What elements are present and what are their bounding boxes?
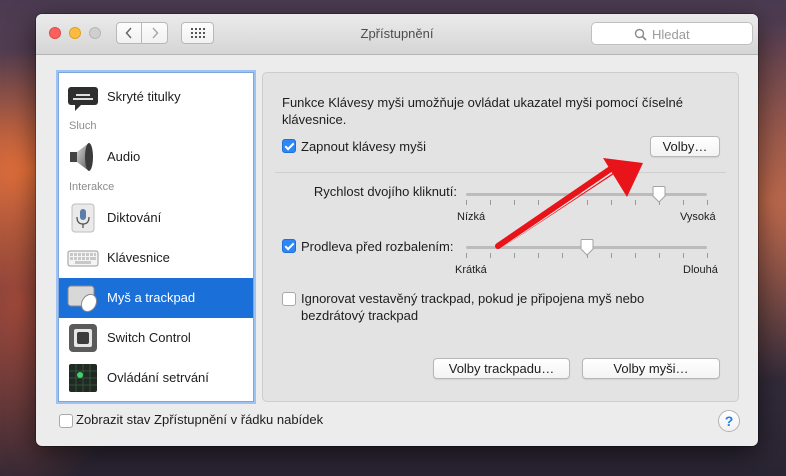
sidebar-item-label: Diktování bbox=[107, 210, 162, 225]
section-header-hearing: Sluch bbox=[69, 120, 97, 132]
search-field[interactable]: Hledat bbox=[591, 22, 753, 45]
dwell-control-icon bbox=[69, 364, 97, 392]
sidebar-item-dwell-control[interactable]: Ovládání setrvání bbox=[59, 358, 253, 398]
slider-tick bbox=[562, 253, 563, 258]
sidebar-item-label: Klávesnice bbox=[107, 250, 170, 265]
slider-tick bbox=[611, 253, 612, 258]
title-bar: Zpřístupnění Hledat bbox=[36, 14, 758, 55]
search-placeholder: Hledat bbox=[652, 27, 690, 42]
mouse-keys-description: Funkce Klávesy myši umožňuje ovládat uka… bbox=[282, 95, 684, 127]
double-click-speed-track bbox=[466, 193, 707, 196]
slider-tick bbox=[514, 200, 515, 205]
sidebar-item-captions[interactable]: Skryté titulky bbox=[59, 77, 253, 117]
slider-tick bbox=[514, 253, 515, 258]
sidebar-item-mouse-trackpad[interactable]: Myš a trackpad bbox=[59, 278, 253, 318]
slider-tick bbox=[611, 200, 612, 205]
category-list[interactable]: Skryté titulky Sluch Audio Interakce Dik… bbox=[58, 72, 254, 402]
slider-tick bbox=[635, 200, 636, 205]
switch-control-icon bbox=[69, 324, 97, 352]
slider-tick bbox=[707, 200, 708, 205]
sidebar-item-switch-control[interactable]: Switch Control bbox=[59, 318, 253, 358]
slider-tick bbox=[635, 253, 636, 258]
ignore-trackpad-checkbox[interactable] bbox=[282, 292, 296, 306]
sidebar-item-label: Audio bbox=[107, 149, 141, 164]
help-button[interactable]: ? bbox=[718, 410, 740, 432]
search-icon bbox=[634, 28, 647, 41]
section-header-interaction: Interakce bbox=[69, 181, 115, 193]
double-click-min-label: Nízká bbox=[457, 211, 486, 223]
sidebar-item-label: Myš a trackpad bbox=[107, 290, 196, 305]
keyboard-icon bbox=[67, 250, 99, 267]
spring-loading-label: Prodleva před rozbalením: bbox=[301, 239, 454, 254]
spring-loading-checkbox[interactable] bbox=[282, 239, 296, 253]
double-click-speed-label: Rychlost dvojího kliknutí: bbox=[313, 184, 457, 199]
slider-tick bbox=[538, 200, 539, 205]
sidebar-item-dictation[interactable]: Diktování bbox=[59, 198, 253, 238]
slider-tick bbox=[683, 200, 684, 205]
slider-tick bbox=[562, 200, 563, 205]
sidebar-item-label: Ovládání setrvání bbox=[107, 370, 209, 385]
spring-delay-max-label: Dlouhá bbox=[683, 264, 718, 276]
settings-panel: Funkce Klávesy myši umožňuje ovládat uka… bbox=[262, 72, 739, 402]
ignore-trackpad-label: Ignorovat vestavěný trackpad, pokud je p… bbox=[301, 291, 645, 323]
slider-tick bbox=[490, 200, 491, 205]
double-click-speed-slider[interactable] bbox=[652, 186, 666, 203]
sidebar-item-label: Switch Control bbox=[107, 330, 191, 345]
spring-delay-min-label: Krátká bbox=[455, 264, 487, 276]
speaker-icon bbox=[70, 143, 93, 171]
sidebar-item-label: Skryté titulky bbox=[107, 89, 181, 104]
sidebar-item-audio[interactable]: Audio bbox=[59, 137, 253, 177]
microphone-icon bbox=[71, 203, 95, 233]
divider bbox=[275, 172, 726, 173]
enable-mouse-keys-label: Zapnout klávesy myši bbox=[301, 139, 426, 154]
show-status-label: Zobrazit stav Zpřístupnění v řádku nabíd… bbox=[76, 412, 324, 427]
slider-tick bbox=[683, 253, 684, 258]
slider-tick bbox=[490, 253, 491, 258]
spring-delay-slider[interactable] bbox=[580, 239, 594, 256]
slider-tick bbox=[466, 200, 467, 205]
slider-tick bbox=[587, 200, 588, 205]
sidebar-item-keyboard[interactable]: Klávesnice bbox=[59, 238, 253, 278]
trackpad-options-button[interactable]: Volby trackpadu… bbox=[433, 358, 570, 379]
mouse-options-button[interactable]: Volby myši… bbox=[582, 358, 720, 379]
slider-tick bbox=[659, 253, 660, 258]
slider-tick bbox=[466, 253, 467, 258]
preferences-window: Zpřístupnění Hledat Skryté titulky Sluch bbox=[36, 14, 758, 446]
enable-mouse-keys-checkbox[interactable] bbox=[282, 139, 296, 153]
slider-tick bbox=[707, 253, 708, 258]
options-button[interactable]: Volby… bbox=[650, 136, 720, 157]
double-click-max-label: Vysoká bbox=[680, 211, 716, 223]
captions-icon bbox=[68, 87, 98, 111]
show-status-checkbox[interactable] bbox=[59, 414, 73, 428]
slider-tick bbox=[538, 253, 539, 258]
mouse-trackpad-icon bbox=[67, 285, 98, 313]
